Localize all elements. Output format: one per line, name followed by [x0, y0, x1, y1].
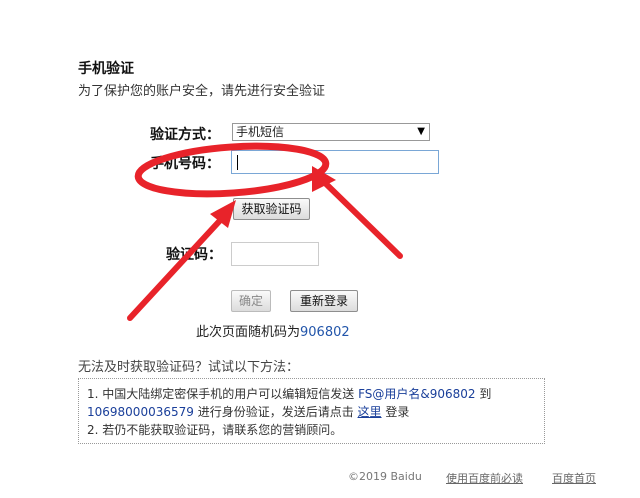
- random-code: 906802: [300, 325, 350, 340]
- page-title: 手机验证: [78, 61, 134, 77]
- dropdown-arrow-icon: ▼: [417, 126, 425, 137]
- help-line-2-suffix: 登录: [381, 405, 410, 419]
- help-line-2: 10698000036579 进行身份验证，发送后请点击 这里 登录: [87, 403, 536, 421]
- here-link[interactable]: 这里: [358, 405, 382, 419]
- get-code-button[interactable]: 获取验证码: [233, 198, 310, 220]
- arrow-to-get-code-shaft: [127, 211, 229, 321]
- help-line-3: 2. 若仍不能获取验证码，请联系您的营销顾问。: [87, 423, 343, 437]
- help-line-1: 1. 中国大陆绑定密保手机的用户可以编辑短信发送 FS@用户名&906802 到: [87, 385, 536, 403]
- arrow-to-phone-shaft: [319, 177, 403, 259]
- footer-link-home[interactable]: 百度首页: [552, 470, 596, 486]
- code-label: 验证码：: [166, 247, 222, 263]
- help-line-1-text: 1. 中国大陆绑定密保手机的用户可以编辑短信发送: [87, 387, 359, 401]
- relogin-button[interactable]: 重新登录: [290, 290, 358, 312]
- sms-number: 10698000036579: [87, 405, 194, 419]
- footer-link-read-before-use[interactable]: 使用百度前必读: [446, 470, 523, 486]
- sms-content: FS@用户名&906802: [358, 387, 476, 401]
- method-label: 验证方式：: [150, 127, 220, 143]
- help-line-2-text: 进行身份验证，发送后请点击: [193, 405, 358, 419]
- phone-input[interactable]: [231, 150, 439, 174]
- method-select-value: 手机短信: [236, 125, 285, 139]
- confirm-button[interactable]: 确定: [231, 290, 271, 312]
- random-code-line: 此次页面随机码为906802: [196, 321, 350, 340]
- random-code-prefix: 此次页面随机码为: [196, 325, 301, 340]
- method-select[interactable]: 手机短信 ▼: [232, 123, 430, 141]
- phone-label: 手机号码：: [150, 156, 220, 172]
- page-subtitle: 为了保护您的账户安全，请先进行安全验证: [78, 84, 326, 99]
- footer-copyright: ©2019 Baidu: [348, 470, 422, 483]
- help-line-1-suffix: 到: [475, 387, 492, 401]
- text-caret: [237, 155, 238, 170]
- help-title: 无法及时获取验证码？试试以下方法：: [78, 360, 300, 375]
- code-input[interactable]: [231, 242, 319, 266]
- help-box: 1. 中国大陆绑定密保手机的用户可以编辑短信发送 FS@用户名&906802 到…: [78, 378, 545, 444]
